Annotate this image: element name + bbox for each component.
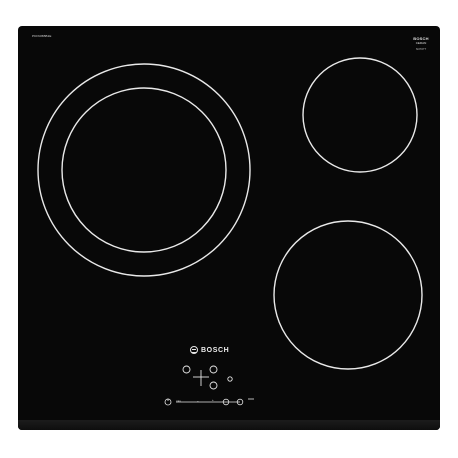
badge-subtitle: CERAN <box>415 41 427 45</box>
bottom-right-zone-ring <box>273 220 423 370</box>
zone-select-top-left-icon <box>182 365 191 374</box>
brand-logo-group: BOSCH <box>190 343 229 357</box>
large-zone-inner-ring <box>61 87 227 253</box>
zone-select-bottom-right-icon <box>209 381 218 390</box>
plus-button[interactable]: + <box>212 398 214 402</box>
bosch-logo-icon <box>190 346 198 354</box>
cooking-zones <box>37 57 423 406</box>
model-code-text: PKF645BB1E <box>32 34 52 38</box>
large-zone-outer-ring <box>37 63 251 277</box>
ceran-badge: BOSCH CERAN SCHOTT <box>410 37 432 52</box>
product-photo: PKF645BB1E BOSCH CERAN SCHOTT BOSCH min … <box>0 0 458 458</box>
top-right-zone-ring <box>302 57 418 173</box>
timer-label: min <box>176 399 181 403</box>
warm-indicator-icon <box>227 376 233 382</box>
zone-select-top-right-icon <box>209 365 218 374</box>
badge-small-text: SCHOTT <box>415 48 427 51</box>
minus-button[interactable]: − <box>197 399 199 403</box>
brand-name: BOSCH <box>201 346 230 354</box>
zone-selector-icons <box>182 365 233 390</box>
